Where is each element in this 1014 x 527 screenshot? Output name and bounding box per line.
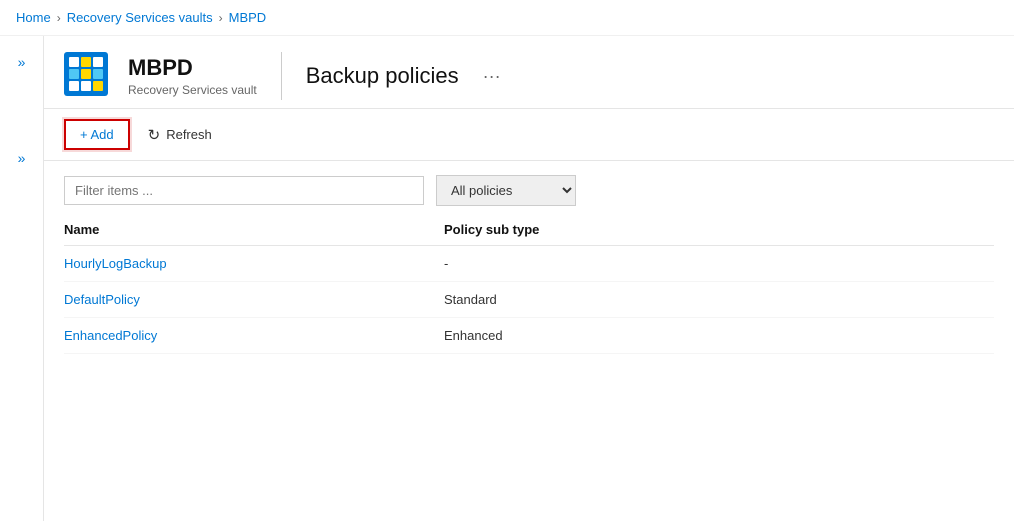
policy-sub-type-cell-1: - — [444, 256, 994, 271]
refresh-icon: ↻ — [148, 126, 161, 144]
policy-name-cell-3: EnhancedPolicy — [64, 328, 444, 343]
icon-cell-9 — [93, 81, 103, 91]
icon-cell-6 — [93, 69, 103, 79]
more-options-button[interactable]: ··· — [483, 66, 501, 87]
policy-link-2[interactable]: DefaultPolicy — [64, 292, 140, 307]
sidebar-expand-icon[interactable]: » — [14, 50, 30, 74]
refresh-label: Refresh — [166, 127, 212, 142]
breadcrumb-home[interactable]: Home — [16, 10, 51, 25]
refresh-button[interactable]: ↻ Refresh — [134, 120, 226, 150]
col-header-name: Name — [64, 222, 444, 237]
icon-cell-1 — [69, 57, 79, 67]
vault-name: MBPD — [128, 55, 257, 81]
breadcrumb-vault-section[interactable]: Recovery Services vaults — [67, 10, 213, 25]
breadcrumb: Home › Recovery Services vaults › MBPD — [0, 0, 1014, 36]
add-button[interactable]: + Add — [64, 119, 130, 150]
icon-cell-7 — [69, 81, 79, 91]
policy-sub-type-cell-3: Enhanced — [444, 328, 994, 343]
filter-row: All policies — [44, 161, 1014, 214]
table-row: EnhancedPolicy Enhanced — [64, 318, 994, 354]
icon-cell-3 — [93, 57, 103, 67]
policy-type-dropdown[interactable]: All policies — [436, 175, 576, 206]
policy-name-cell-1: HourlyLogBackup — [64, 256, 444, 271]
toolbar: + Add ↻ Refresh — [44, 109, 1014, 161]
table-header: Name Policy sub type — [64, 214, 994, 246]
filter-input[interactable] — [64, 176, 424, 205]
table-area: Name Policy sub type HourlyLogBackup - D… — [44, 214, 1014, 354]
policy-link-1[interactable]: HourlyLogBackup — [64, 256, 167, 271]
vault-type: Recovery Services vault — [128, 83, 257, 97]
table-row: HourlyLogBackup - — [64, 246, 994, 282]
page-header: MBPD Recovery Services vault Backup poli… — [44, 36, 1014, 109]
icon-cell-5 — [81, 69, 91, 79]
sidebar: » » — [0, 36, 44, 521]
content-area: MBPD Recovery Services vault Backup poli… — [44, 36, 1014, 521]
policy-sub-type-cell-2: Standard — [444, 292, 994, 307]
table-row: DefaultPolicy Standard — [64, 282, 994, 318]
vault-icon — [64, 52, 112, 100]
policy-name-cell-2: DefaultPolicy — [64, 292, 444, 307]
header-divider — [281, 52, 282, 100]
section-title: Backup policies — [306, 63, 459, 89]
header-title-block: MBPD Recovery Services vault — [128, 55, 257, 97]
sidebar-expand-icon-2[interactable]: » — [14, 146, 30, 170]
breadcrumb-sep-2: › — [219, 11, 223, 25]
icon-cell-2 — [81, 57, 91, 67]
policy-link-3[interactable]: EnhancedPolicy — [64, 328, 157, 343]
icon-cell-4 — [69, 69, 79, 79]
breadcrumb-current: MBPD — [229, 10, 267, 25]
icon-cell-8 — [81, 81, 91, 91]
breadcrumb-sep-1: › — [57, 11, 61, 25]
col-header-policy-sub-type: Policy sub type — [444, 222, 994, 237]
